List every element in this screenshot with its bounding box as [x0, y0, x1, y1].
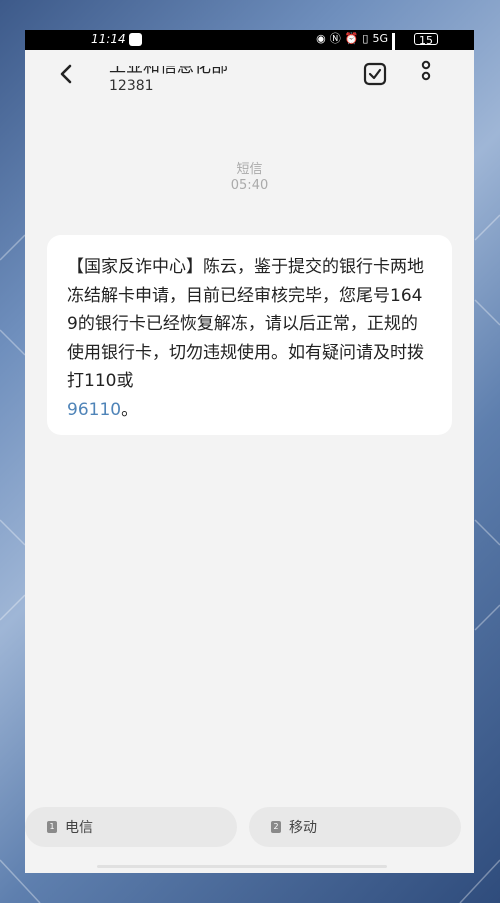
check-square-icon[interactable]	[363, 62, 387, 86]
message-body: 【国家反诈中心】陈云，鉴于提交的银行卡两地冻结解卡申请，目前已经审核完毕，您尾号…	[67, 253, 432, 424]
back-arrow-icon[interactable]	[55, 62, 79, 86]
nfc-icon: Ⓝ	[329, 32, 341, 45]
conversation-header: 工业和信息化部 12381	[25, 50, 474, 120]
message-bubble[interactable]: 【国家反诈中心】陈云，鉴于提交的银行卡两地冻结解卡申请，目前已经审核完毕，您尾号…	[47, 235, 452, 435]
contact-name: 工业和信息化部	[109, 57, 228, 77]
send-sim2-button[interactable]: 2 移动	[249, 807, 461, 847]
status-bar: 11:14 ◉ Ⓝ ⏰ ▯ 5G 15	[25, 30, 474, 64]
message-time: 05:40	[230, 178, 269, 193]
message-end: 。	[121, 399, 139, 420]
contact-number: 12381	[109, 78, 154, 94]
more-vertical-icon[interactable]	[419, 60, 433, 90]
eye-icon: ◉	[316, 32, 326, 45]
phone-screen: 11:14 ◉ Ⓝ ⏰ ▯ 5G 15 工业和信息化部 12381 短信 05:…	[25, 30, 474, 873]
home-indicator	[97, 865, 387, 868]
sim1-label: 电信	[65, 820, 93, 836]
vibrate-icon: ▯	[362, 32, 369, 45]
battery-icon: 15	[414, 33, 438, 47]
message-text: 【国家反诈中心】陈云，鉴于提交的银行卡两地冻结解卡申请，目前已经审核完毕，您尾号…	[67, 257, 424, 391]
sim-card-icon: 2	[271, 821, 281, 833]
phone-number-link[interactable]: 96110	[67, 400, 121, 420]
alarm-icon: ⏰	[344, 32, 359, 45]
sim-card-icon: 1	[47, 821, 57, 833]
sim2-label: 移动	[289, 820, 317, 836]
signal-icon	[392, 33, 410, 64]
message-type-label: 短信	[236, 162, 263, 177]
message-list[interactable]: 短信 05:40 【国家反诈中心】陈云，鉴于提交的银行卡两地冻结解卡申请，目前已…	[25, 120, 474, 790]
reply-bar: 1 电信 2 移动	[25, 790, 474, 873]
send-sim1-button[interactable]: 1 电信	[25, 807, 237, 847]
status-time: 11:14	[91, 32, 126, 46]
network-type: 5G	[372, 32, 388, 45]
wechat-icon	[129, 33, 142, 46]
